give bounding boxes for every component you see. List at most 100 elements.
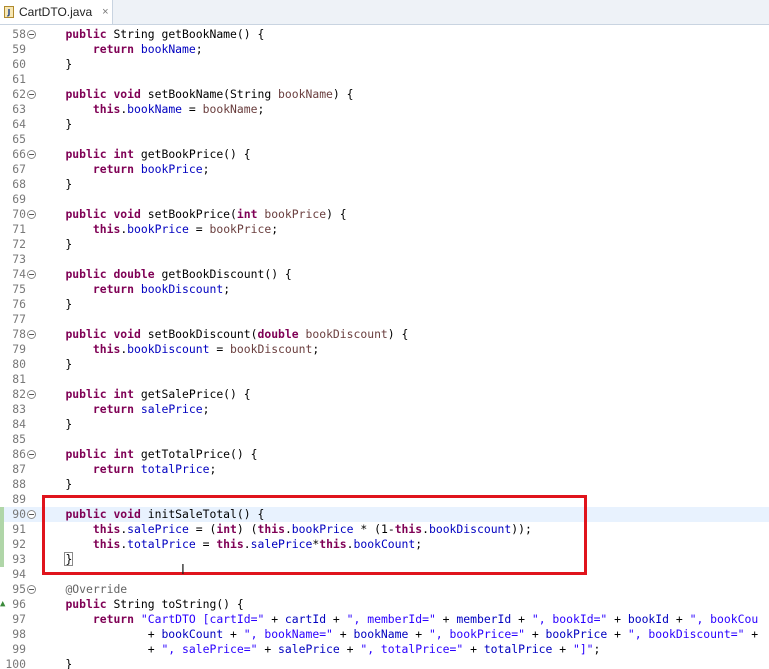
fold-collapse-icon[interactable]: [27, 270, 36, 279]
code-text: }: [38, 657, 73, 669]
line-number: 86: [12, 447, 26, 461]
line-number: 62: [12, 87, 26, 101]
code-line[interactable]: 69: [0, 192, 769, 207]
fold-collapse-icon[interactable]: [27, 30, 36, 39]
code-line[interactable]: 68 }: [0, 177, 769, 192]
line-number: 100: [5, 657, 26, 669]
line-number: 80: [12, 357, 26, 371]
code-line[interactable]: 87 return totalPrice;: [0, 462, 769, 477]
code-text: }: [38, 57, 73, 71]
code-line[interactable]: 83 return salePrice;: [0, 402, 769, 417]
line-number: 99: [12, 642, 26, 656]
code-line[interactable]: 71 this.bookPrice = bookPrice;: [0, 222, 769, 237]
code-text: public double getBookDiscount() {: [65, 267, 292, 281]
line-number: 65: [12, 132, 26, 146]
line-number: 79: [12, 342, 26, 356]
line-number: 93: [12, 552, 26, 566]
code-text: }: [38, 357, 73, 371]
code-line[interactable]: 65: [0, 132, 769, 147]
code-text: }: [38, 177, 73, 191]
code-text: + ", salePrice=" + salePrice + ", totalP…: [38, 642, 601, 656]
line-number: 71: [12, 222, 26, 236]
code-line[interactable]: 79 this.bookDiscount = bookDiscount;: [0, 342, 769, 357]
code-line[interactable]: 85: [0, 432, 769, 447]
code-line[interactable]: 60 }: [0, 57, 769, 72]
code-line[interactable]: 100 }: [0, 657, 769, 669]
code-text: public void setBookDiscount(double bookD…: [65, 327, 409, 341]
code-line[interactable]: 63 this.bookName = bookName;: [0, 102, 769, 117]
code-line[interactable]: 62 public void setBookName(String bookNa…: [0, 87, 769, 102]
code-text: public void setBookName(String bookName)…: [65, 87, 354, 101]
code-line[interactable]: 82 public int getSalePrice() {: [0, 387, 769, 402]
code-text: this.bookName = bookName;: [92, 102, 265, 116]
fold-collapse-icon[interactable]: [27, 450, 36, 459]
code-line[interactable]: 80 }: [0, 357, 769, 372]
fold-collapse-icon[interactable]: [27, 585, 36, 594]
line-number: 81: [12, 372, 26, 386]
code-text: }: [38, 237, 73, 251]
line-number: 63: [12, 102, 26, 116]
code-line[interactable]: 99 + ", salePrice=" + salePrice + ", tot…: [0, 642, 769, 657]
code-text: return bookDiscount;: [92, 282, 231, 296]
code-text: + bookCount + ", bookName=" + bookName +…: [38, 627, 759, 641]
code-line[interactable]: ▲ 96 public String toString() {: [0, 597, 769, 612]
line-number: 92: [12, 537, 26, 551]
line-number: 94: [12, 567, 26, 581]
code-text: }: [38, 477, 73, 491]
line-number: 69: [12, 192, 26, 206]
code-line[interactable]: 88 }: [0, 477, 769, 492]
line-number: 59: [12, 42, 26, 56]
code-line[interactable]: 73: [0, 252, 769, 267]
fold-collapse-icon[interactable]: [27, 390, 36, 399]
fold-collapse-icon[interactable]: [27, 210, 36, 219]
line-number: 97: [12, 612, 26, 626]
line-number: 82: [12, 387, 26, 401]
code-line[interactable]: 97 return "CartDTO [cartId=" + cartId + …: [0, 612, 769, 627]
code-line[interactable]: 67 return bookPrice;: [0, 162, 769, 177]
code-text: return salePrice;: [92, 402, 210, 416]
code-text: }: [38, 117, 73, 131]
line-number: 58: [12, 27, 26, 41]
code-text: this.bookPrice = bookPrice;: [92, 222, 279, 236]
line-number: 98: [12, 627, 26, 641]
line-number: 95: [12, 582, 26, 596]
code-line[interactable]: 70 public void setBookPrice(int bookPric…: [0, 207, 769, 222]
code-line[interactable]: 86 public int getTotalPrice() {: [0, 447, 769, 462]
code-line[interactable]: 98 + bookCount + ", bookName=" + bookNam…: [0, 627, 769, 642]
code-text: return totalPrice;: [92, 462, 217, 476]
code-text: this.bookDiscount = bookDiscount;: [92, 342, 320, 356]
code-line[interactable]: 75 return bookDiscount;: [0, 282, 769, 297]
code-text: return bookName;: [92, 42, 203, 56]
editor-tab-bar: J CartDTO.java ×: [0, 0, 769, 25]
line-number: 96: [12, 597, 26, 611]
code-line[interactable]: 64 }: [0, 117, 769, 132]
code-line[interactable]: 95 @Override: [0, 582, 769, 597]
code-line[interactable]: 81: [0, 372, 769, 387]
line-number: 75: [12, 282, 26, 296]
fold-collapse-icon[interactable]: [27, 330, 36, 339]
code-text: public String getBookName() {: [65, 27, 265, 41]
code-text: public int getTotalPrice() {: [65, 447, 258, 461]
code-line[interactable]: 78 public void setBookDiscount(double bo…: [0, 327, 769, 342]
tab-cartdto-java[interactable]: J CartDTO.java ×: [0, 0, 113, 24]
code-line[interactable]: 66 public int getBookPrice() {: [0, 147, 769, 162]
text-cursor-icon: I: [181, 563, 185, 578]
fold-collapse-icon[interactable]: [27, 90, 36, 99]
fold-collapse-icon[interactable]: [27, 150, 36, 159]
code-line[interactable]: 77: [0, 312, 769, 327]
code-line[interactable]: 61: [0, 72, 769, 87]
code-line[interactable]: 72 }: [0, 237, 769, 252]
fold-collapse-icon[interactable]: [27, 510, 36, 519]
line-number: 60: [12, 57, 26, 71]
line-number: 88: [12, 477, 26, 491]
close-icon[interactable]: ×: [102, 6, 108, 18]
code-line[interactable]: 58 public String getBookName() {: [0, 27, 769, 42]
line-number: 68: [12, 177, 26, 191]
code-line[interactable]: 84 }: [0, 417, 769, 432]
code-line[interactable]: 76 }: [0, 297, 769, 312]
code-line[interactable]: 74 public double getBookDiscount() {: [0, 267, 769, 282]
code-line[interactable]: 59 return bookName;: [0, 42, 769, 57]
line-number: 72: [12, 237, 26, 251]
code-text: return "CartDTO [cartId=" + cartId + ", …: [92, 612, 759, 626]
line-number: 77: [12, 312, 26, 326]
